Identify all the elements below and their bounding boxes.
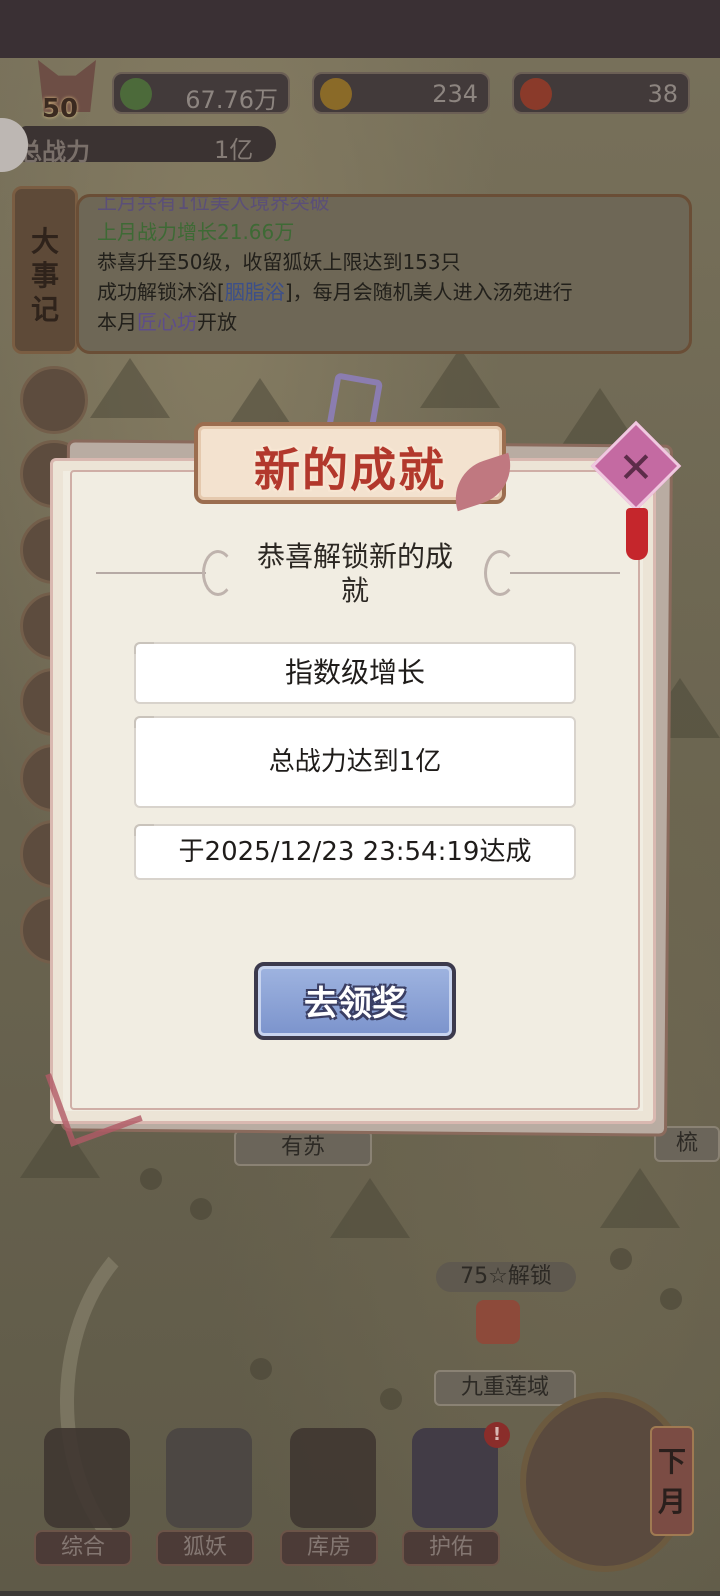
resource-gold[interactable]: 234 [312, 72, 490, 114]
jade-leaf-icon [120, 78, 152, 110]
mountain [330, 1178, 410, 1238]
mountain [420, 348, 500, 408]
tree [660, 1288, 682, 1310]
region-unlock-requirement: 75☆解锁 [436, 1262, 576, 1292]
lotus-orb-icon [412, 1428, 498, 1528]
nav-label: 狐妖 [156, 1530, 254, 1566]
text: ]，每月会随机美人进入汤苑进行 [284, 280, 573, 304]
fruit-icon [520, 78, 552, 110]
region-label-jiuchong[interactable]: 九重莲域 [434, 1370, 576, 1406]
nav-fox[interactable]: 狐妖 [156, 1418, 256, 1578]
resource-jade[interactable]: 67.76万 [112, 72, 290, 114]
resource-value: 38 [647, 80, 678, 108]
lock-icon [476, 1300, 520, 1344]
status-bar [0, 0, 720, 58]
text: 开放 [197, 310, 237, 334]
tree [610, 1248, 632, 1270]
resource-value: 234 [432, 80, 478, 108]
ornament-line [96, 572, 206, 574]
event-log-line: 上月战力增长21.66万 [97, 220, 295, 244]
nav-general[interactable]: 综合 [34, 1418, 134, 1578]
event-log-line: 恭喜升至50级，收留狐妖上限达到153只 [97, 250, 461, 274]
player-level: 50 [41, 94, 79, 124]
nav-label: 综合 [34, 1530, 132, 1566]
next-month-label[interactable]: 下月 [650, 1426, 694, 1536]
close-tassel-decoration [626, 508, 648, 560]
event-log-line: 本月匠心坊开放 [97, 307, 671, 337]
event-log-tab[interactable]: 大 事 记 [12, 186, 78, 354]
treasure-chest-icon [290, 1428, 376, 1528]
event-log-line: 成功解锁沐浴[胭脂浴]，每月会随机美人进入汤苑进行 [97, 277, 671, 307]
fox-mask-icon [166, 1428, 252, 1528]
modal-title: 新的成就 [254, 443, 446, 497]
resource-fruit[interactable]: 38 [512, 72, 690, 114]
notification-badge: ! [484, 1422, 510, 1448]
achievement-timestamp: 于2025/12/23 23:54:19达成 [134, 824, 576, 880]
text: 成功解锁沐浴[ [97, 280, 225, 304]
total-power-label: 总战力 [18, 138, 90, 166]
bath-highlight: 胭脂浴 [224, 280, 285, 304]
tree [140, 1168, 162, 1190]
achievement-description: 总战力达到1亿 [134, 716, 576, 808]
mountain [90, 358, 170, 418]
resource-value: 67.76万 [185, 86, 278, 114]
ornament-line [510, 572, 620, 574]
settings-gear-button[interactable] [20, 366, 88, 434]
nav-label: 库房 [280, 1530, 378, 1566]
event-log-line: 上月共有1位美人境界突破 [97, 194, 330, 214]
cloud-swirl-icon [484, 550, 516, 596]
text: 本月 [97, 310, 137, 334]
gold-ingot-icon [320, 78, 352, 110]
claim-reward-label[interactable]: 去领奖 [254, 976, 456, 1025]
event-log-tab-char: 记 [30, 293, 59, 326]
mountain [600, 1168, 680, 1228]
gate-icon [44, 1428, 130, 1528]
nav-storehouse[interactable]: 库房 [280, 1418, 380, 1578]
event-log[interactable]: 上月共有1位美人境界突破 上月战力增长21.66万 恭喜升至50级，收留狐妖上限… [76, 194, 692, 354]
region-label-yousu[interactable]: 有苏 [234, 1130, 372, 1166]
event-log-tab-char: 大 [30, 225, 59, 258]
event-log-tab-char: 事 [30, 259, 59, 292]
nav-label: 护佑 [402, 1530, 500, 1566]
close-icon[interactable]: ✕ [604, 436, 668, 500]
congrats-text: 恭喜解锁新的成就 [256, 540, 453, 607]
tree [380, 1388, 402, 1410]
total-power-value: 1亿 [214, 136, 254, 164]
cloud-swirl-icon [202, 550, 234, 596]
achievement-name: 指数级增长 [134, 642, 576, 704]
shop-highlight: 匠心坊 [137, 310, 197, 334]
